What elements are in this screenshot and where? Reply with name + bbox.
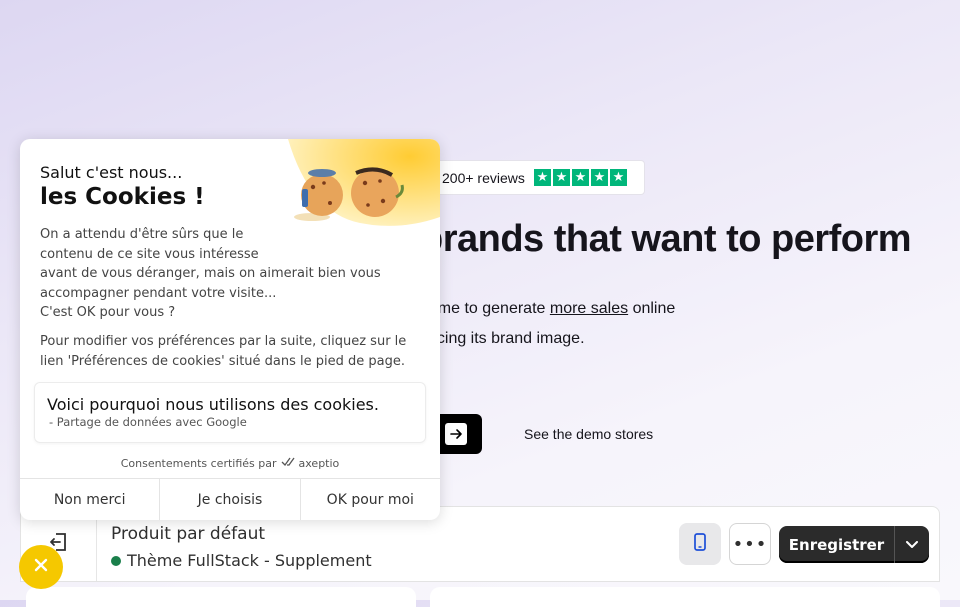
star-icon: ★ (533, 169, 551, 186)
cookie-close-button[interactable] (19, 545, 63, 589)
save-button[interactable]: Enregistrer (779, 526, 929, 563)
cookie-description-line: C'est OK pour vous ? (40, 305, 176, 320)
mobile-device-icon (692, 532, 708, 556)
theme-status-dot (111, 555, 121, 566)
cookie-actions: Non merci Je choisis OK pour moi (20, 478, 440, 520)
star-icon: ★ (552, 169, 570, 186)
cookie-purposes-title: Voici pourquoi nous utilisons des cookie… (47, 395, 379, 414)
more-actions-button[interactable]: ••• (729, 523, 771, 565)
reject-cookies-button[interactable]: Non merci (20, 479, 159, 520)
left-panel (26, 587, 416, 607)
cookie-description-line: On a attendu d'être sûrs que le (40, 227, 244, 242)
cookie-purpose-item: - Partage de données avec Google (49, 415, 247, 429)
reviews-badge[interactable]: 200+ reviews ★ ★ ★ ★ ★ (420, 160, 645, 195)
product-template-selector[interactable]: Produit par défaut (111, 524, 265, 544)
chevron-down-icon[interactable] (894, 526, 929, 563)
cookie-description: On a attendu d'être sûrs que le contenu … (40, 225, 400, 323)
axeptio-brand[interactable]: axeptio (299, 457, 340, 470)
hero-subtitle-line-2: rificing its brand image. (420, 330, 585, 347)
hero-subtitle-line-1: heme to generate more sales online (420, 300, 675, 318)
cookie-description-line: contenu de ce site vous intéresse (40, 246, 259, 262)
close-icon (33, 557, 49, 577)
theme-label: Thème FullStack - Supplement (127, 551, 372, 570)
star-icon: ★ (571, 169, 589, 186)
certified-text: Consentements certifiés par (120, 457, 277, 470)
hero-text: online (628, 300, 676, 317)
save-label: Enregistrer (788, 535, 885, 554)
accept-cookies-button[interactable]: OK pour moi (299, 479, 440, 520)
axeptio-certification: Consentements certifiés par axeptio (20, 457, 440, 470)
mobile-preview-button[interactable] (679, 523, 721, 565)
preview-panel (430, 587, 940, 607)
star-icon: ★ (590, 169, 608, 186)
trustpilot-stars: ★ ★ ★ ★ ★ (533, 169, 627, 186)
cookie-title: les Cookies ! (40, 184, 205, 210)
cookie-description-line: avant de vous déranger, mais on aimerait… (40, 266, 381, 281)
cookie-purposes-box[interactable]: Voici pourquoi nous utilisons des cookie… (34, 382, 426, 443)
choose-cookies-button[interactable]: Je choisis (159, 479, 299, 520)
star-icon: ★ (609, 169, 627, 186)
reviews-count: 200+ reviews (442, 169, 525, 186)
cookie-description-line: accompagner pendant votre visite... (40, 285, 277, 301)
cookie-greeting: Salut c'est nous... (40, 163, 183, 182)
cookie-preferences-note: Pour modifier vos préférences par la sui… (40, 334, 407, 369)
cookie-consent-modal: Salut c'est nous... les Cookies ! On a a… (20, 139, 440, 520)
cookie-characters-illustration (288, 139, 440, 226)
demo-stores-link[interactable]: See the demo stores (524, 426, 653, 442)
hero-title: brands that want to perform (420, 218, 912, 260)
arrow-right-icon (445, 423, 467, 445)
more-sales-link[interactable]: more sales (550, 300, 628, 317)
theme-name: Thème FullStack - Supplement (111, 551, 372, 570)
axeptio-logo-icon (281, 457, 295, 470)
